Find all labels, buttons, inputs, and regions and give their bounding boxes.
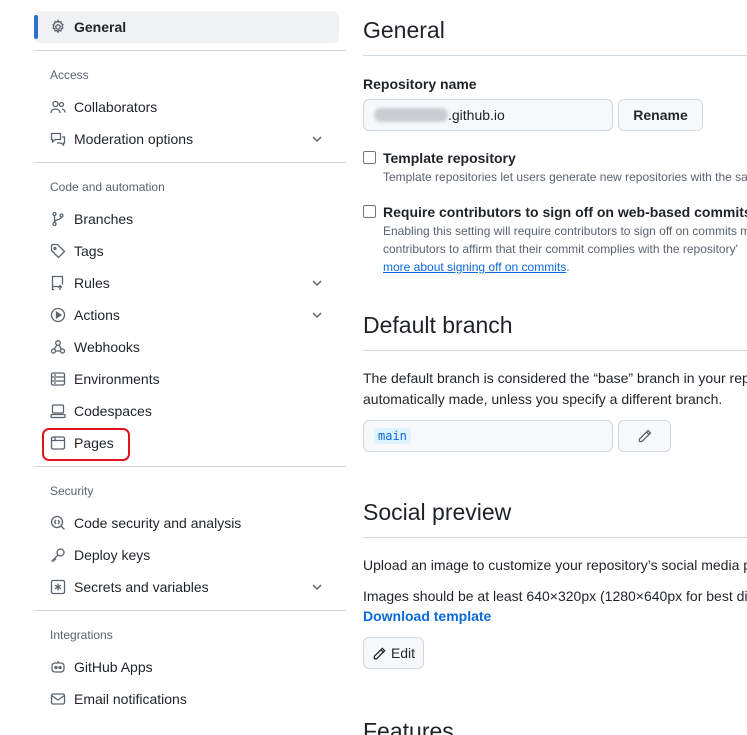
signoff-note-line1: Enabling this setting will require contr… [383,224,747,238]
comment-discussion-icon [50,131,66,147]
sidebar-item-tags[interactable]: Tags [34,235,339,267]
sidebar-item-collaborators[interactable]: Collaborators [34,91,339,123]
sidebar-item-webhooks[interactable]: Webhooks [34,331,339,363]
sidebar-item-email-notifications[interactable]: Email notifications [34,683,339,715]
section-title-security: Security [50,484,94,498]
sidebar-item-label: Branches [74,211,134,227]
edit-label: Edit [390,645,416,661]
sidebar-item-label: Secrets and variables [74,579,209,595]
social-preview-size-note: Images should be at least 640×320px (128… [363,588,747,604]
template-repo-label: Template repository [383,150,516,166]
server-icon [50,371,66,387]
branch-name: main [374,428,411,444]
highlight-annotation [42,428,130,461]
repo-name-value: .github.io [448,107,505,123]
signoff-note-line2: contributors to affirm that their commit… [383,242,738,256]
default-branch-title: Default branch [363,312,513,338]
repo-name-input[interactable]: .github.io [363,99,613,131]
sidebar-item-label: Email notifications [74,691,187,707]
social-preview-desc: Upload an image to customize your reposi… [363,557,747,573]
sidebar-item-actions[interactable]: Actions [34,299,339,331]
features-title: Features [363,718,454,735]
sidebar-item-environments[interactable]: Environments [34,363,339,395]
default-branch-desc-line2: automatically made, unless you specify a… [363,391,723,407]
key-icon [50,547,66,563]
sidebar-item-label: Collaborators [74,99,158,115]
section-title-integrations: Integrations [50,628,113,642]
tag-icon [50,243,66,259]
period: . [566,260,570,274]
mail-icon [50,691,66,707]
sidebar-item-branches[interactable]: Branches [34,203,339,235]
edit-branch-button[interactable] [618,420,671,452]
people-icon [50,99,66,115]
sidebar-item-label: Environments [74,371,160,387]
sidebar-item-moderation-options[interactable]: Moderation options [34,123,339,155]
settings-main: General Repository name .github.io Renam… [363,0,747,735]
signoff-label: Require contributors to sign off on web-… [383,204,747,220]
play-icon [50,307,66,323]
codescan-icon [50,515,66,531]
chevron-down-icon[interactable] [309,275,325,291]
pencil-icon [638,429,651,443]
gear-icon [50,19,66,35]
section-title-code-automation: Code and automation [50,180,165,194]
repo-push-icon [50,275,66,291]
divider [363,350,747,351]
default-branch-field: main [363,420,613,452]
signoff-learn-more-link[interactable]: more about signing off on commits [383,260,566,274]
sidebar-item-github-apps[interactable]: GitHub Apps [34,651,339,683]
signoff-checkbox[interactable] [363,205,376,218]
active-indicator [34,15,38,39]
sidebar-item-label: Actions [74,307,120,323]
sidebar-item-general[interactable]: General [34,11,339,43]
sidebar-item-label: GitHub Apps [74,659,153,675]
sidebar-item-code-security[interactable]: Code security and analysis [34,507,339,539]
sidebar-item-rules[interactable]: Rules [34,267,339,299]
social-preview-title: Social preview [363,499,512,525]
sidebar-item-label: Rules [74,275,110,291]
webhook-icon [50,339,66,355]
sidebar-item-secrets-variables[interactable]: Secrets and variables [34,571,339,603]
rename-button[interactable]: Rename [618,99,703,131]
divider [363,537,747,538]
sidebar-item-deploy-keys[interactable]: Deploy keys [34,539,339,571]
chevron-down-icon[interactable] [309,307,325,323]
divider [34,162,347,163]
download-template-link[interactable]: Download template [363,608,491,624]
divider [34,610,347,611]
apps-icon [50,659,66,675]
sidebar-item-label: Tags [74,243,104,259]
git-branch-icon [50,211,66,227]
repo-name-label: Repository name [363,76,477,92]
section-title-access: Access [50,68,89,82]
chevron-down-icon[interactable] [309,131,325,147]
sidebar-item-codespaces[interactable]: Codespaces [34,395,339,427]
divider [363,55,747,56]
chevron-down-icon[interactable] [309,579,325,595]
sidebar-item-label: Code security and analysis [74,515,242,531]
asterisk-icon [50,579,66,595]
settings-sidebar: General Access Collaborators Moderation … [34,0,347,735]
sidebar-item-label: Webhooks [74,339,140,355]
default-branch-desc-line1: The default branch is considered the “ba… [363,370,747,386]
redacted-text [374,108,448,122]
template-repo-note: Template repositories let users generate… [383,170,747,184]
template-repo-checkbox[interactable] [363,151,376,164]
sidebar-item-label: General [74,19,127,35]
divider [34,50,347,51]
signoff-note-line3: more about signing off on commits. [383,258,570,276]
sidebar-item-label: Deploy keys [74,547,151,563]
codespaces-icon [50,403,66,419]
sidebar-item-label: Moderation options [74,131,194,147]
page-title: General [363,17,445,43]
divider [34,466,347,467]
pencil-icon [373,646,386,659]
sidebar-item-label: Codespaces [74,403,152,419]
edit-social-preview-button[interactable]: Edit [363,637,424,669]
